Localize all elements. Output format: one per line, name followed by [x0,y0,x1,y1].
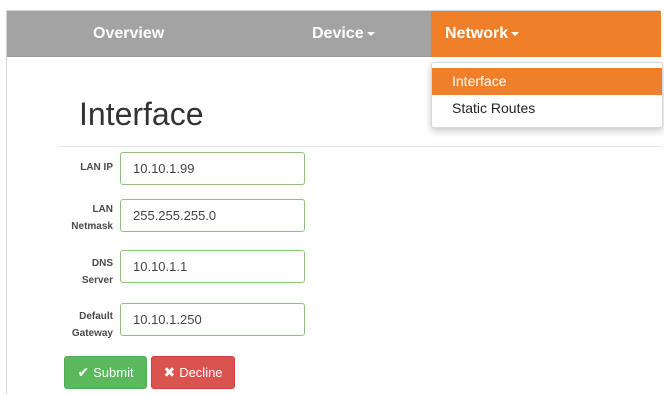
menu-item-interface[interactable]: Interface [432,68,662,95]
lan-ip-label: LAN IP [80,162,113,173]
lan-ip-input[interactable] [120,152,305,185]
nav-device-label: Device [312,25,364,42]
dns-server-input[interactable] [120,250,305,283]
default-gateway-label: Default Gateway [71,311,113,339]
nav-network-label: Network [445,25,509,42]
submit-button-label: Submit [93,365,134,380]
decline-button[interactable]: ✖ Decline [151,356,235,389]
lan-netmask-input[interactable] [120,199,305,232]
x-icon: ✖ [163,364,176,380]
caret-down-icon [366,31,375,36]
network-dropdown-menu: Interface Static Routes [431,62,663,128]
dns-server-label: DNS Server [81,258,113,286]
submit-button[interactable]: ✔ Submit [64,356,147,389]
app-frame: Overview Device Network Interface Static… [6,10,663,394]
top-navbar: Overview Device Network [7,11,661,57]
caret-down-icon [511,31,520,36]
check-icon: ✔ [77,364,90,380]
lan-netmask-label: LAN Netmask [71,204,113,232]
nav-overview-label: Overview [93,25,165,42]
default-gateway-input[interactable] [120,303,305,336]
title-divider [59,146,661,147]
nav-device[interactable]: Device [312,11,375,57]
menu-item-static-routes[interactable]: Static Routes [432,95,662,122]
nav-overview[interactable]: Overview [93,11,164,57]
page-title: Interface [79,96,204,132]
nav-network[interactable]: Network [431,11,661,57]
decline-button-label: Decline [179,365,223,380]
